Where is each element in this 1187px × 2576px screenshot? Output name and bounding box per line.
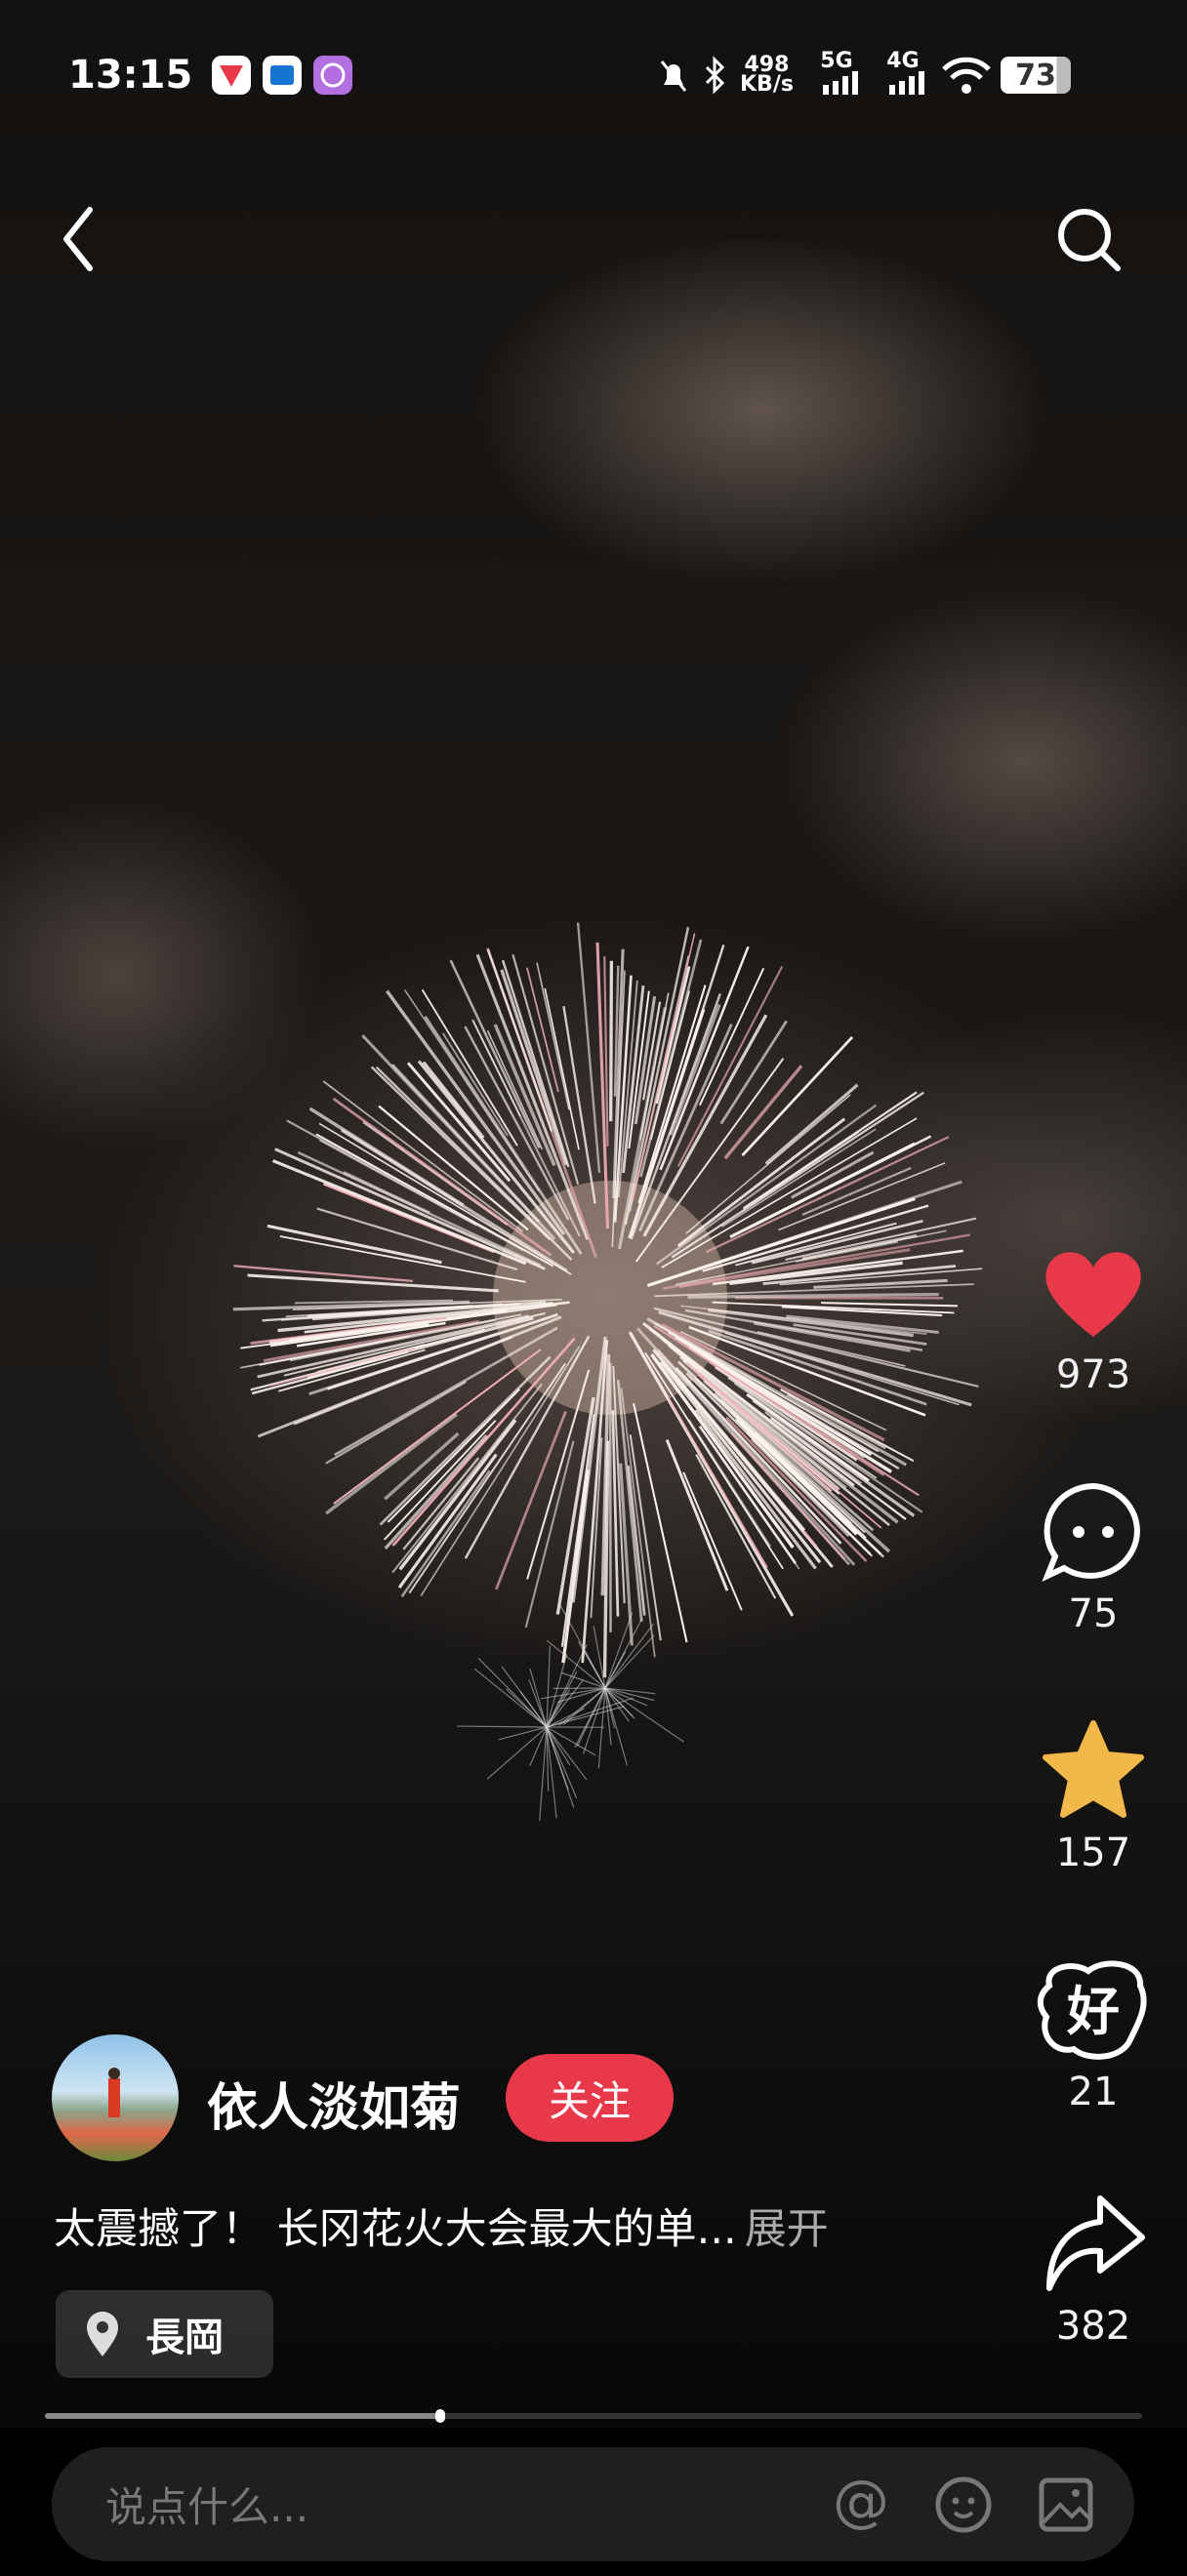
good-button[interactable]: 好 21 [1035, 1956, 1152, 2114]
share-count: 382 [1055, 2304, 1131, 2349]
heart-icon [1045, 1252, 1141, 1337]
image-button[interactable] [1032, 2471, 1100, 2539]
status-bar-left: 13:15 [68, 51, 353, 100]
share-icon [1046, 2195, 1145, 2291]
svg-text:好: 好 [1066, 1981, 1120, 2042]
favorite-count: 157 [1055, 1831, 1131, 1875]
progress-fill [45, 2413, 440, 2419]
signal-label: 4G [886, 49, 920, 73]
emoji-button[interactable] [929, 2471, 998, 2539]
back-button[interactable] [39, 200, 117, 278]
svg-text:@: @ [833, 2475, 889, 2534]
comment-placeholder: 说点什么... [105, 2483, 309, 2531]
comment-count: 75 [1068, 1591, 1119, 1636]
expand-link[interactable]: 展开 [745, 2205, 829, 2254]
caption[interactable]: 太震撼了！ 长冈花火大会最大的单... 展开 [54, 2195, 829, 2256]
star-icon [1043, 1720, 1144, 1818]
comment-button[interactable]: 75 [1035, 1478, 1152, 1636]
follow-button[interactable]: 关注 [506, 2054, 674, 2142]
signal-label: 5G [820, 49, 853, 73]
app-notification-icon [313, 56, 353, 95]
video-progress-bar[interactable] [45, 2409, 1142, 2423]
clock: 13:15 [68, 53, 193, 98]
app-notification-icon [212, 56, 252, 95]
mute-bell-icon [660, 60, 687, 92]
comment-input[interactable]: 说点什么... @ [52, 2447, 1134, 2561]
author-avatar[interactable] [52, 2034, 179, 2161]
signal-icon [888, 71, 924, 95]
location-tag[interactable]: 長岡 [56, 2290, 273, 2378]
location-label: 長岡 [145, 2315, 224, 2360]
bluetooth-icon [705, 56, 725, 95]
image-icon [1039, 2477, 1093, 2531]
signal-icon [822, 71, 858, 95]
net-speed-unit: KB/s [740, 72, 794, 97]
search-button[interactable] [1049, 200, 1127, 278]
outlook-icon [263, 56, 303, 95]
good-sticker-icon: 好 [1037, 1960, 1147, 2060]
location-pin-icon [87, 2312, 118, 2356]
share-button[interactable]: 382 [1035, 2191, 1152, 2349]
mention-button[interactable]: @ [827, 2471, 895, 2539]
firework-burst [232, 922, 983, 1822]
like-button[interactable]: 973 [1035, 1239, 1152, 1397]
favorite-button[interactable]: 157 [1035, 1717, 1152, 1875]
good-count: 21 [1068, 2070, 1119, 2114]
wifi-icon [942, 57, 991, 94]
battery-indicator: 73 [1000, 57, 1071, 94]
author-name[interactable]: 依人淡如菊 [207, 2067, 461, 2140]
back-arrow-icon [63, 207, 93, 271]
at-icon: @ [833, 2475, 889, 2534]
emoji-icon [935, 2476, 992, 2532]
status-bar-right: 498 KB/s 5G 4G 73 [654, 51, 1071, 100]
comment-icon [1042, 1482, 1140, 1582]
caption-text: 太震撼了！ 长冈花火大会最大的单... [54, 2205, 737, 2254]
like-count: 973 [1055, 1352, 1131, 1397]
progress-handle[interactable] [434, 2409, 445, 2423]
search-icon [1058, 209, 1121, 271]
avatar-image [108, 2068, 120, 2117]
